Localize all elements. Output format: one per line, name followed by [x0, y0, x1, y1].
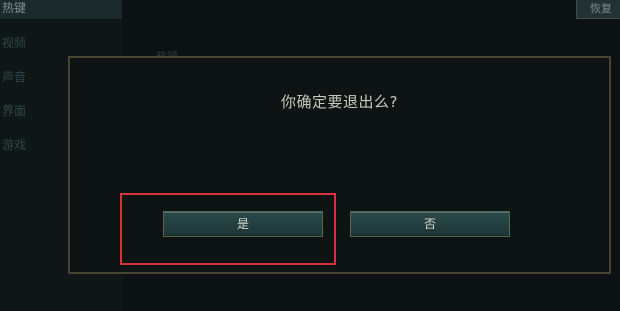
no-button[interactable]: 否	[350, 211, 510, 237]
sidebar-item-hotkeys[interactable]: 热键	[0, 0, 122, 19]
yes-button[interactable]: 是	[163, 211, 323, 237]
restore-button[interactable]: 恢复	[576, 0, 620, 19]
sidebar-item-video[interactable]: 视频	[0, 32, 122, 54]
screen: 热键 视频 声音 界面 游戏 热键 恢复 你确定要退出么? 是 否	[0, 0, 620, 311]
exit-confirm-dialog: 你确定要退出么? 是 否	[68, 56, 611, 274]
dialog-message: 你确定要退出么?	[281, 93, 398, 111]
